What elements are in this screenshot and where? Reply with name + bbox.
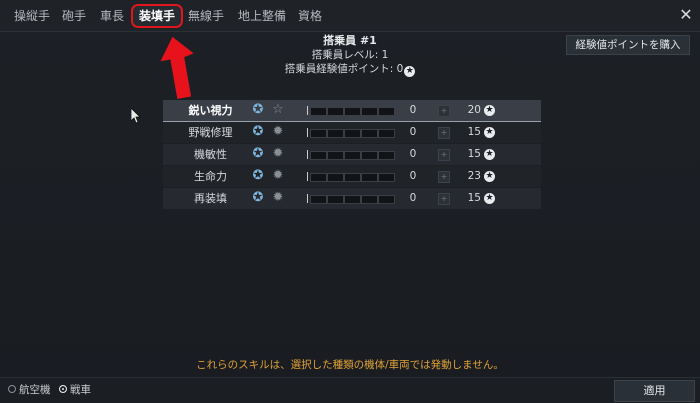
crew-info: 搭乗員 #1 搭乗員レベル: 1 搭乗員経験値ポイント: 0 ★ (240, 34, 460, 77)
tab-loader[interactable]: 装填手 (131, 4, 183, 28)
skill-cost: 15 (467, 148, 481, 160)
skill-level: 0 (409, 192, 417, 204)
tab-qualification[interactable]: 資格 (294, 6, 326, 26)
skill-progress-bar (307, 150, 395, 160)
skill-cost: 15 (467, 192, 481, 204)
skill-name: 生命力 (194, 170, 227, 183)
skill-badge-icon: ✪ (252, 146, 264, 161)
skill-row[interactable]: 鋭い視力 ✪ ☆ 0 + 20 ★ (163, 100, 541, 122)
crew-level: 搭乗員レベル: 1 (311, 49, 389, 61)
skill-notice: これらのスキルは、選択した種類の機体/車両では発動しません。 (196, 359, 504, 371)
increase-skill-button[interactable]: + (438, 171, 450, 183)
skill-progress-bar (307, 106, 395, 116)
gear-badge-icon: ✹ (272, 124, 284, 139)
crew-xp: 搭乗員経験値ポイント: 0 ★ (240, 62, 460, 77)
gear-badge-icon: ✹ (272, 168, 284, 183)
increase-skill-button[interactable]: + (438, 105, 450, 117)
cost-star-icon: ★ (484, 149, 495, 160)
tab-driver[interactable]: 操縦手 (10, 6, 54, 26)
tab-ground-service[interactable]: 地上整備 (234, 6, 290, 26)
skill-cost: 15 (467, 126, 481, 138)
radio-tank-label: 戦車 (70, 384, 91, 396)
gear-badge-icon: ✹ (272, 190, 284, 205)
radio-dot (8, 385, 16, 393)
skill-row[interactable]: 生命力 ✪ ✹ 0 + 23 ★ (163, 166, 541, 188)
close-icon[interactable]: ✕ (677, 6, 695, 24)
skill-level: 0 (409, 148, 417, 160)
cost-star-icon: ★ (484, 127, 495, 138)
skill-level: 0 (409, 126, 417, 138)
skill-progress-bar (307, 128, 395, 138)
skill-name: 機敏性 (194, 148, 227, 161)
buy-xp-button[interactable]: 経験値ポイントを購入 (566, 35, 690, 55)
skill-cost: 20 (467, 104, 481, 116)
star-outline-icon: ☆ (272, 102, 284, 117)
cost-star-icon: ★ (484, 171, 495, 182)
crew-title: 搭乗員 #1 (323, 34, 377, 47)
skill-progress-bar (307, 172, 395, 182)
increase-skill-button[interactable]: + (438, 127, 450, 139)
skill-row[interactable]: 野戦修理 ✪ ✹ 0 + 15 ★ (163, 122, 541, 144)
red-arrow-annotation (160, 36, 194, 99)
skill-progress-bar (307, 194, 395, 204)
skill-badge-icon: ✪ (252, 190, 264, 205)
skill-badge-icon: ✪ (252, 102, 264, 117)
increase-skill-button[interactable]: + (438, 149, 450, 161)
tab-commander[interactable]: 車長 (96, 6, 128, 26)
cost-star-icon: ★ (484, 193, 495, 204)
cost-star-icon: ★ (484, 105, 495, 116)
tab-radio-operator[interactable]: 無線手 (184, 6, 228, 26)
skill-name: 鋭い視力 (188, 104, 233, 117)
skill-row[interactable]: 機敏性 ✪ ✹ 0 + 15 ★ (163, 144, 541, 166)
crew-xp-label: 搭乗員経験値ポイント: 0 (284, 63, 404, 75)
radio-tank[interactable]: 戦車 (59, 384, 91, 397)
skill-level: 0 (409, 104, 417, 116)
radio-aircraft[interactable]: 航空機 (8, 384, 51, 397)
radio-aircraft-label: 航空機 (19, 384, 51, 396)
gear-badge-icon: ✹ (272, 146, 284, 161)
tab-bar: 操縦手 砲手 車長 装填手 無線手 地上整備 資格 ✕ (0, 0, 700, 32)
bottom-bar: 航空機 戦車 適用 (0, 377, 700, 403)
mouse-cursor-icon (131, 108, 141, 124)
skill-row[interactable]: 再装填 ✪ ✹ 0 + 15 ★ (163, 188, 541, 210)
skill-list: 鋭い視力 ✪ ☆ 0 + 20 ★ 野戦修理 ✪ ✹ 0 + 15 ★ 機敏性 … (163, 100, 541, 210)
radio-dot (59, 385, 67, 393)
skill-badge-icon: ✪ (252, 124, 264, 139)
skill-name: 野戦修理 (188, 126, 233, 139)
skill-cost: 23 (467, 170, 481, 182)
crew-skills-window: 操縦手 砲手 車長 装填手 無線手 地上整備 資格 ✕ 搭乗員 #1 搭乗員レベ… (0, 0, 700, 403)
tab-gunner[interactable]: 砲手 (58, 6, 90, 26)
increase-skill-button[interactable]: + (438, 193, 450, 205)
skill-name: 再装填 (194, 192, 227, 205)
xp-star-icon: ★ (404, 66, 416, 77)
skill-level: 0 (409, 170, 417, 182)
apply-button[interactable]: 適用 (614, 380, 695, 402)
skill-badge-icon: ✪ (252, 168, 264, 183)
